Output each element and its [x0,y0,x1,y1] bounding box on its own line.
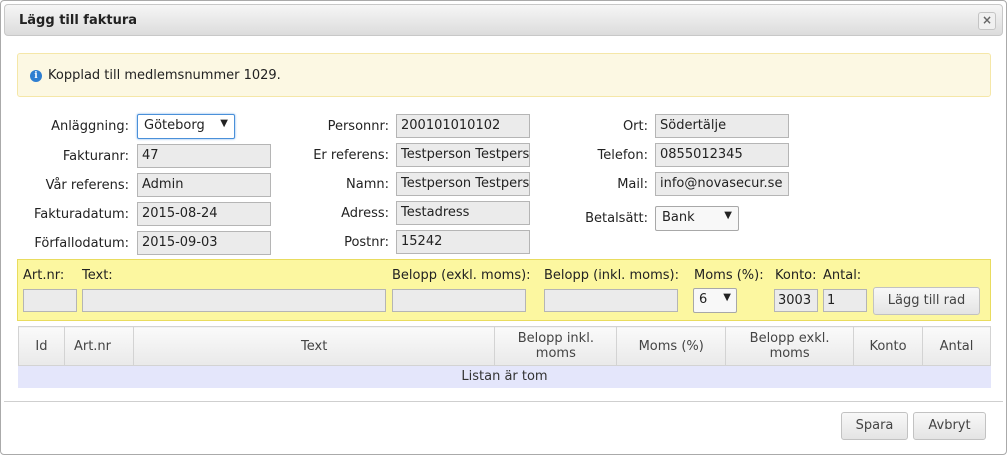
var-referens-field[interactable]: Admin [137,173,271,197]
var-referens-label: Vår referens: [45,178,129,193]
belopp-inkl-label: Belopp (inkl. moms): [544,268,679,283]
artnr-label: Art.nr: [23,268,65,283]
anlaggning-label: Anläggning: [51,119,129,134]
mail-field[interactable]: info@novasecur.se [655,172,789,196]
forfallodatum-label: Förfallodatum: [34,236,129,251]
er-referens-label: Er referens: [313,148,389,163]
telefon-label: Telefon: [597,148,649,163]
table-row: Listan är tom [18,365,991,388]
row-entry-bar: Art.nr: Text: Belopp (exkl. moms): Belop… [17,259,991,321]
belopp-exkl-input[interactable] [392,289,526,312]
artnr-input[interactable] [23,289,77,312]
forfallodatum-field[interactable]: 2015-09-03 [137,231,271,255]
column-header-artnr[interactable]: Art.nr [63,326,134,366]
fakturadatum-label: Fakturadatum: [33,207,129,222]
belopp-exkl-label: Belopp (exkl. moms): [392,268,531,283]
fakturadatum-field[interactable]: 2015-08-24 [137,202,271,226]
column-header-antal[interactable]: Antal [921,326,992,366]
dialog-title: Lägg till faktura [19,13,138,28]
column-header-id[interactable]: Id [18,326,65,366]
postnr-label: Postnr: [344,235,389,250]
moms-select[interactable]: 6 ▼ [693,288,737,313]
fakturanr-field[interactable]: 47 [137,144,271,168]
dialog-titlebar[interactable]: Lägg till faktura × [4,4,1003,36]
column-header-belopp-exkl[interactable]: Belopp exkl. moms [725,326,855,366]
personnr-label: Personnr: [327,119,389,134]
namn-label: Namn: [346,177,389,192]
info-alert: i Kopplad till medlemsnummer 1029. [17,53,991,97]
column-header-text[interactable]: Text [132,326,496,366]
text-label: Text: [82,268,113,283]
chevron-down-icon: ▼ [220,118,228,129]
namn-field[interactable]: Testperson Testperson [396,172,530,196]
konto-label: Konto: [775,268,817,283]
invoice-dialog: Lägg till faktura × i Kopplad till medle… [0,0,1007,455]
ort-label: Ort: [622,119,648,134]
anlaggning-select[interactable]: Göteborg ▼ [137,114,235,139]
adress-label: Adress: [341,206,389,221]
postnr-field[interactable]: 15242 [396,230,530,254]
antal-label: Antal: [823,268,862,283]
konto-input[interactable]: 3003 [774,289,818,312]
invoice-rows-table: Id Art.nr Text Belopp inkl. moms Moms (%… [18,326,992,388]
fakturanr-label: Fakturanr: [62,149,129,164]
personnr-field[interactable]: 200101010102 [396,114,530,138]
text-input[interactable] [82,289,386,312]
moms-value: 6 [699,292,708,307]
table-header-row: Id Art.nr Text Belopp inkl. moms Moms (%… [18,326,992,366]
footer-divider [4,401,1003,402]
add-row-button[interactable]: Lägg till rad [873,287,980,315]
chevron-down-icon: ▼ [723,292,731,303]
save-button[interactable]: Spara [841,412,908,440]
betalsatt-label: Betalsätt: [585,211,648,226]
belopp-inkl-input[interactable] [544,289,678,312]
adress-field[interactable]: Testadress [396,201,530,225]
close-icon[interactable]: × [978,12,996,30]
ort-field[interactable]: Södertälje [655,114,789,138]
empty-list-message: Listan är tom [18,365,991,388]
er-referens-field[interactable]: Testperson Testperson [396,143,530,167]
betalsatt-select[interactable]: Bank ▼ [655,206,739,231]
anlaggning-value: Göteborg [144,118,205,133]
betalsatt-value: Bank [662,210,695,225]
antal-input[interactable]: 1 [823,289,867,312]
chevron-down-icon: ▼ [724,210,732,221]
info-text: Kopplad till medlemsnummer 1029. [48,68,281,83]
cancel-button[interactable]: Avbryt [913,412,986,440]
mail-label: Mail: [617,177,648,192]
column-header-konto[interactable]: Konto [853,326,923,366]
column-header-moms[interactable]: Moms (%) [616,326,727,366]
info-icon: i [30,70,42,82]
moms-label: Moms (%): [694,268,764,283]
column-header-belopp-inkl[interactable]: Belopp inkl. moms [494,326,618,366]
telefon-field[interactable]: 0855012345 [655,143,789,167]
